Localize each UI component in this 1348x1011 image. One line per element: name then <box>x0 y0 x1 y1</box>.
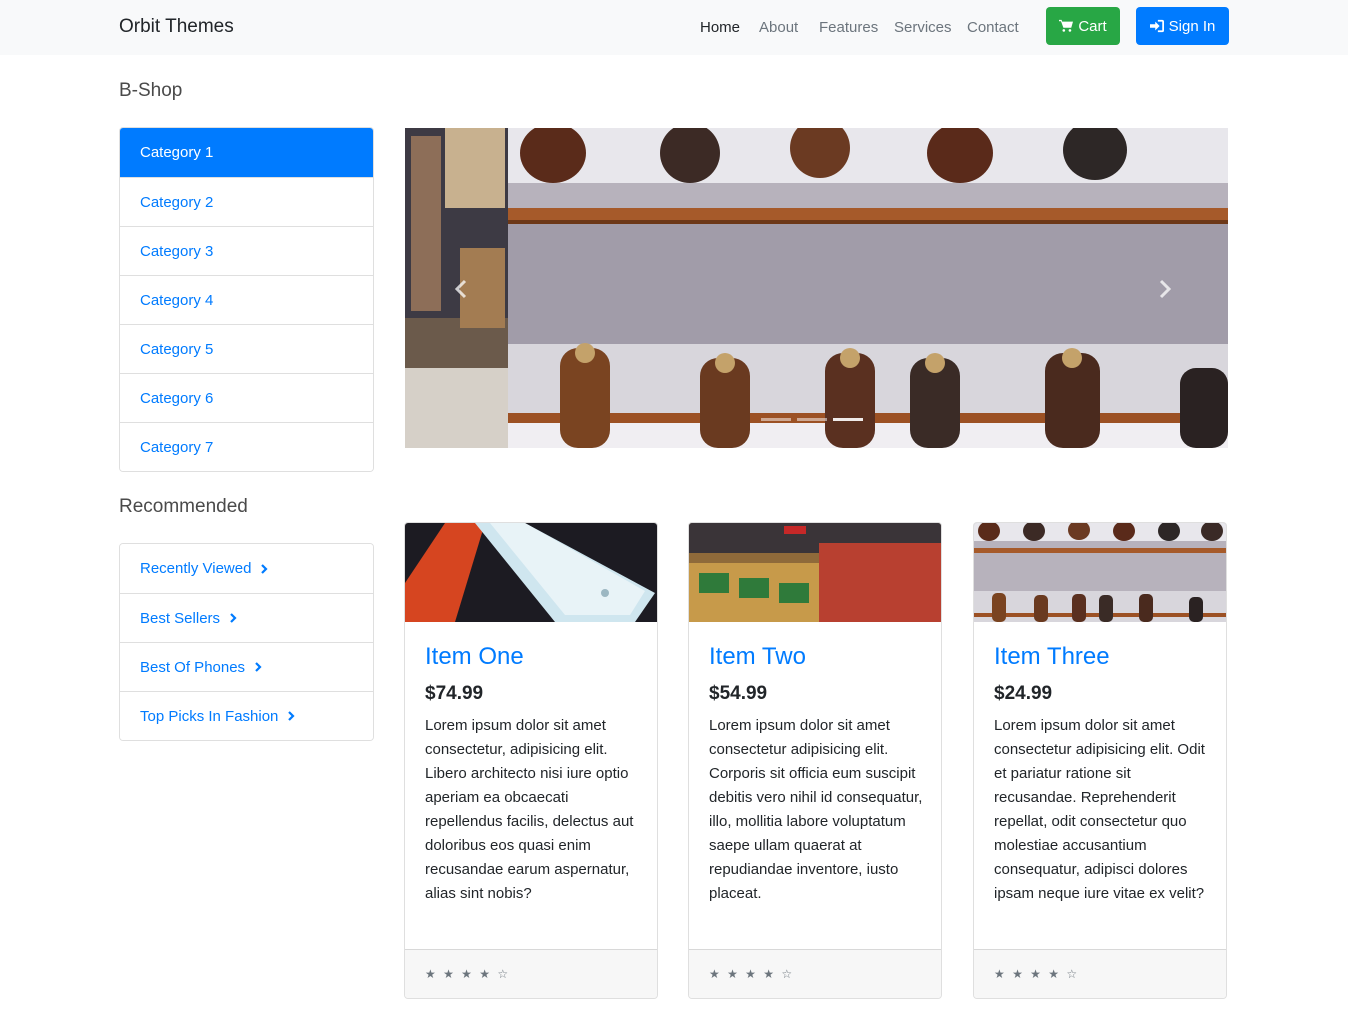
product-description: Lorem ipsum dolor sit amet consectetur, … <box>425 717 634 902</box>
recommended-item-best-sellers[interactable]: Best Sellers <box>120 593 373 642</box>
nav-home[interactable]: Home <box>700 19 740 36</box>
carousel-prev-icon[interactable] <box>450 277 474 301</box>
product-rating: ★ ★ ★ ★ ☆ <box>689 949 941 998</box>
product-card: Item Three $24.99 Lorem ipsum dolor sit … <box>973 522 1227 999</box>
recommended-label: Best Of Phones <box>140 658 246 676</box>
carousel-indicator[interactable] <box>833 418 863 421</box>
product-image-grocery[interactable] <box>689 523 941 622</box>
chevron-right-icon <box>230 613 237 623</box>
shop-heading: B-Shop <box>119 80 183 101</box>
nav-services[interactable]: Services <box>894 19 952 36</box>
recommended-heading: Recommended <box>119 496 248 517</box>
sign-in-icon <box>1149 19 1164 33</box>
category-item[interactable]: Category 4 <box>120 275 373 324</box>
product-card: Item One $74.99 Lorem ipsum dolor sit am… <box>404 522 658 999</box>
recommended-item-best-of-phones[interactable]: Best Of Phones <box>120 642 373 691</box>
product-title[interactable]: Item One <box>425 643 524 671</box>
category-item[interactable]: Category 7 <box>120 422 373 471</box>
category-item[interactable]: Category 2 <box>120 177 373 226</box>
carousel-next-icon[interactable] <box>1152 277 1176 301</box>
product-rating: ★ ★ ★ ★ ☆ <box>974 949 1226 998</box>
category-item[interactable]: Category 5 <box>120 324 373 373</box>
product-card: Item Two $54.99 Lorem ipsum dolor sit am… <box>688 522 942 999</box>
carousel-slide-image <box>405 128 1228 448</box>
sign-in-button[interactable]: Sign In <box>1136 7 1229 45</box>
cart-button[interactable]: Cart <box>1046 7 1120 45</box>
product-description: Lorem ipsum dolor sit amet consectetur a… <box>709 717 923 902</box>
product-price: $74.99 <box>425 683 484 704</box>
category-item[interactable]: Category 6 <box>120 373 373 422</box>
sign-in-label: Sign In <box>1168 17 1216 35</box>
navbar: Orbit Themes Home About Features Service… <box>0 0 1348 55</box>
product-title[interactable]: Item Two <box>709 643 806 671</box>
carousel-indicator[interactable] <box>797 418 827 421</box>
recommended-label: Best Sellers <box>140 609 221 627</box>
product-price: $24.99 <box>994 683 1053 704</box>
product-title[interactable]: Item Three <box>994 643 1110 671</box>
nav-features[interactable]: Features <box>819 19 878 36</box>
recommended-label: Top Picks In Fashion <box>140 707 279 725</box>
product-rating: ★ ★ ★ ★ ☆ <box>405 949 657 998</box>
recommended-item-recently-viewed[interactable]: Recently Viewed <box>120 544 373 593</box>
category-item[interactable]: Category 3 <box>120 226 373 275</box>
recommended-item-top-picks-fashion[interactable]: Top Picks In Fashion <box>120 691 373 740</box>
product-price: $54.99 <box>709 683 768 704</box>
recommended-label: Recently Viewed <box>140 560 252 577</box>
cart-label: Cart <box>1078 17 1107 35</box>
carousel-indicator[interactable] <box>761 418 791 421</box>
shopping-cart-icon <box>1059 19 1074 32</box>
chevron-right-icon <box>255 662 262 672</box>
image-carousel <box>405 128 1228 448</box>
chevron-right-icon <box>261 563 269 574</box>
product-description: Lorem ipsum dolor sit amet consectetur a… <box>994 717 1205 902</box>
recommended-list: Recently Viewed Best Sellers Best Of Pho… <box>119 543 374 741</box>
category-list: Category 1 Category 2 Category 3 Categor… <box>119 127 374 472</box>
nav-contact[interactable]: Contact <box>967 19 1019 36</box>
carousel-indicators <box>761 418 863 421</box>
product-image-phones[interactable] <box>405 523 657 622</box>
category-item[interactable]: Category 1 <box>120 128 373 177</box>
chevron-right-icon <box>288 711 295 721</box>
brand-logo[interactable]: Orbit Themes <box>119 16 234 38</box>
product-image-shoes[interactable] <box>974 523 1226 622</box>
nav-about[interactable]: About <box>759 19 798 36</box>
